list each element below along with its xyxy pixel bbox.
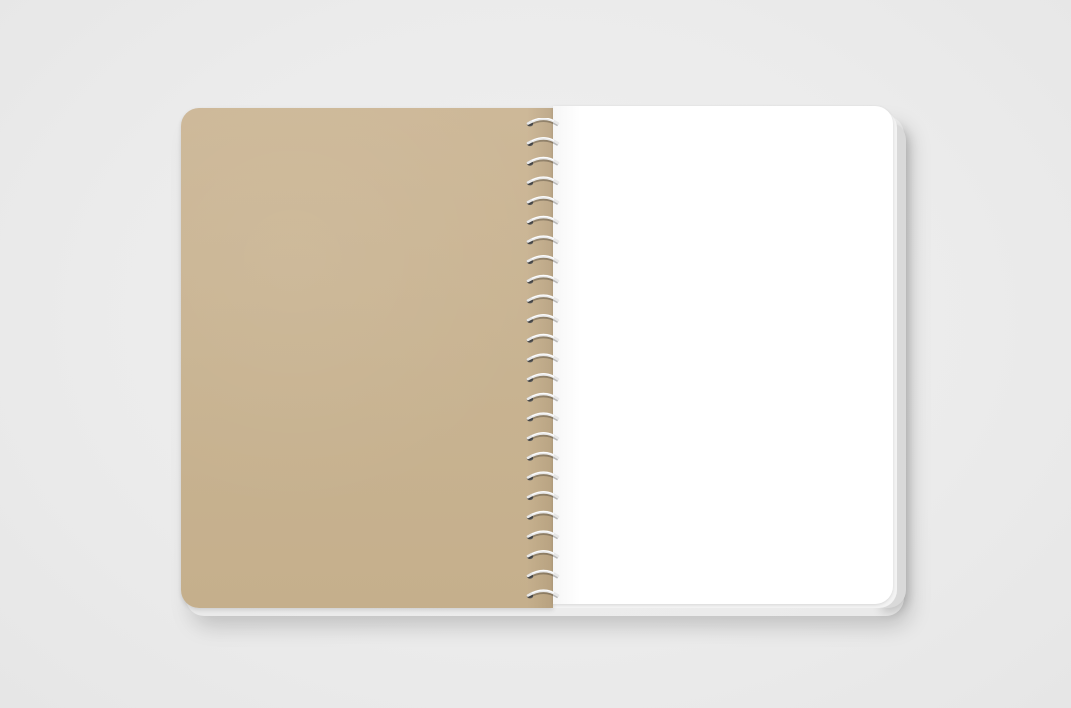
coil-loop [526,589,560,599]
coil-loop [526,569,560,579]
coil-loop [526,491,560,501]
coil-loop [526,530,560,540]
coil-loop [526,137,560,147]
spiral-binding-graphic [526,118,560,599]
coil-loop [526,353,560,363]
coil-loop [526,432,560,442]
blank-white-page [553,106,893,604]
coil-loop [526,451,560,461]
coil-loop [526,176,560,186]
coil-loop [526,333,560,343]
coil-loop [526,274,560,284]
coil-loop [526,118,560,127]
coil-loop [526,235,560,245]
coil-loop [526,196,560,206]
spiral-binding [518,118,562,602]
coil-loop [526,314,560,324]
coil-loop [526,156,560,166]
coil-loop [526,294,560,304]
photo-scene [0,0,1071,708]
coil-loop [526,412,560,422]
coil-loop [526,215,560,225]
coil-loop [526,510,560,520]
kraft-inside-cover [181,108,553,608]
coil-loop [526,550,560,560]
coil-loop [526,471,560,481]
coil-loop [526,392,560,402]
coil-loop [526,373,560,383]
coil-loop [526,255,560,265]
